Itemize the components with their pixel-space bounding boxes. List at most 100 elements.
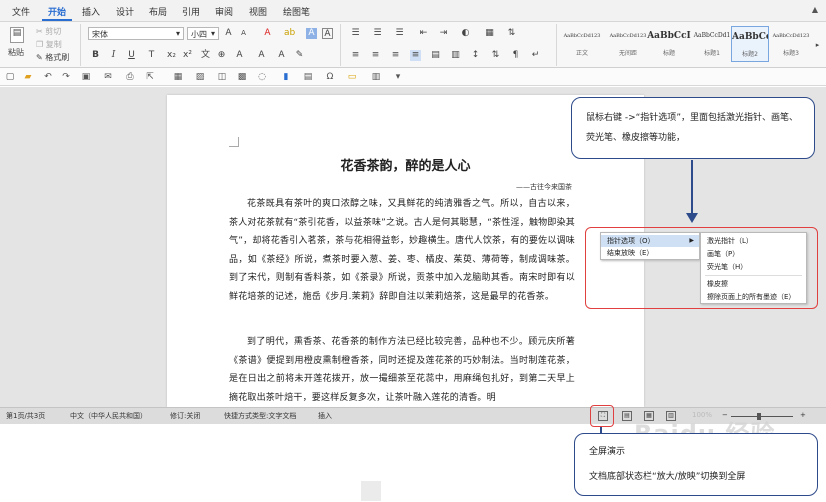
styles-more-icon[interactable]: ▸	[812, 40, 823, 51]
italic-button[interactable]: I	[108, 50, 119, 61]
columns-icon[interactable]: ▥	[370, 71, 382, 83]
tab-layout[interactable]: 布局	[143, 4, 173, 19]
menu-item-end-show[interactable]: 结束放映（E）	[601, 247, 699, 259]
chinese-layout-icon[interactable]: ⇅	[506, 28, 517, 39]
numbering-icon[interactable]: ☰	[372, 28, 383, 39]
show-marks-icon[interactable]: ¶	[510, 50, 521, 61]
format-painter-button[interactable]: ✎ 格式刷	[36, 52, 69, 63]
style-heading2[interactable]: AaBbCc 标题2	[731, 26, 769, 62]
char-shading-icon[interactable]: A	[306, 28, 317, 39]
menu-item-pointer-options[interactable]: 指针选项（O） ▶	[601, 235, 699, 247]
tab-view[interactable]: 视图	[243, 4, 273, 19]
tab-home[interactable]: 开始	[42, 4, 73, 21]
shapes-icon[interactable]: ◌	[256, 71, 268, 83]
subscript-icon[interactable]: x₂	[166, 50, 177, 61]
increase-indent-icon[interactable]: ⇥	[438, 28, 449, 39]
clear-format-icon[interactable]: ✎	[294, 50, 305, 61]
columns-icon[interactable]: ▥	[450, 50, 461, 61]
symbol-icon[interactable]: Ω	[324, 71, 336, 83]
shading-icon[interactable]: ◐	[460, 28, 471, 39]
grow-font-icon[interactable]: A	[223, 28, 234, 39]
smartart-icon[interactable]: ▩	[236, 71, 248, 83]
open-folder-icon[interactable]: ▰	[22, 71, 34, 83]
comment-icon[interactable]: ▭	[346, 71, 358, 83]
language-indicator[interactable]: 中文（中华人民共和国）	[70, 411, 147, 421]
paste-button[interactable]: 粘贴	[8, 47, 24, 58]
borders-icon[interactable]: ▦	[484, 28, 495, 39]
style-name: 无间距	[618, 50, 637, 57]
tab-review[interactable]: 审阅	[209, 4, 239, 19]
tab-file[interactable]: 文件	[6, 4, 36, 19]
shrink-font-icon[interactable]: A	[238, 28, 249, 39]
print-icon[interactable]: ⎙	[124, 71, 136, 83]
context-menu: 指针选项（O） ▶ 结束放映（E）	[600, 232, 700, 260]
select-icon[interactable]: ⇱	[144, 71, 156, 83]
align-center-icon[interactable]: ≡	[370, 50, 381, 61]
bold-button[interactable]: B	[90, 50, 101, 61]
phonetic-guide-icon[interactable]: 文	[200, 50, 211, 61]
justify-icon[interactable]: ≡	[410, 50, 421, 61]
multilevel-list-icon[interactable]: ☰	[394, 28, 405, 39]
highlight-icon[interactable]: ab	[284, 28, 295, 39]
undo-icon[interactable]: ↶	[42, 71, 54, 83]
tab-design[interactable]: 设计	[110, 4, 140, 19]
picture-icon[interactable]: ▨	[194, 71, 206, 83]
tab-references[interactable]: 引用	[176, 4, 206, 19]
strikethrough-icon[interactable]: T	[146, 50, 157, 61]
new-document-icon[interactable]: ▢	[4, 71, 16, 83]
callout-text: 鼠标右键 ->“指针选项”，里面包括激光指针、画笔、荧光笔、橡皮擦等功能，	[586, 113, 798, 143]
font-name-select[interactable]: 宋体 ▾	[88, 27, 184, 40]
decrease-indent-icon[interactable]: ⇤	[418, 28, 429, 39]
font-color-2-icon[interactable]: A	[256, 50, 267, 61]
menu-item-highlighter[interactable]: 荧光笔（H）	[701, 261, 806, 273]
style-no-spacing[interactable]: AaBbCcDd123 无间距	[606, 26, 650, 62]
chart-icon[interactable]: ▮	[280, 71, 292, 83]
save-icon[interactable]: ▣	[80, 71, 92, 83]
table-icon[interactable]: ▦	[172, 71, 184, 83]
annotation-callout-fullscreen: 全屏演示 文档底部状态栏“放大/放映”切换到全屏	[574, 433, 818, 496]
char-style-icon[interactable]: A	[276, 50, 287, 61]
sort-icon[interactable]: ⇅	[490, 50, 501, 61]
wrap-icon[interactable]: ↵	[530, 50, 541, 61]
line-spacing-icon[interactable]: ↕	[470, 50, 481, 61]
font-size-select[interactable]: 小四 ▾	[187, 27, 219, 40]
email-icon[interactable]: ✉	[102, 71, 114, 83]
style-title[interactable]: AaBbCcI 标题	[646, 26, 692, 62]
menu-item-laser-pointer[interactable]: 激光指针（L）	[701, 235, 806, 247]
enclose-char-icon[interactable]: ⊕	[216, 50, 227, 61]
font-color-icon[interactable]: A	[262, 28, 273, 39]
tab-drawing-pen[interactable]: 绘图笔	[277, 4, 316, 19]
tab-insert[interactable]: 插入	[76, 4, 106, 19]
copy-button[interactable]: ❐ 复制	[36, 39, 62, 50]
cut-label: 剪切	[45, 27, 62, 36]
customize-toolbar-icon[interactable]: ▾	[392, 71, 404, 83]
style-heading1[interactable]: AaBbCcDd1 标题1	[692, 26, 732, 62]
style-normal[interactable]: AaBbCcDd123 正文	[560, 26, 604, 62]
underline-button[interactable]: U	[126, 50, 137, 61]
style-preview: AaBbCc	[732, 32, 768, 42]
menu-item-eraser[interactable]: 橡皮擦	[701, 278, 806, 290]
redo-icon[interactable]: ↷	[60, 71, 72, 83]
align-left-icon[interactable]: ≡	[350, 50, 361, 61]
page-view-icon[interactable]: ▤	[622, 411, 632, 421]
collapse-ribbon-icon[interactable]: ▲	[812, 5, 818, 14]
text-effect-icon[interactable]: A	[234, 50, 245, 61]
quick-access-toolbar: ▢ ▰ ↶ ↷ ▣ ✉ ⎙ ⇱ ▦ ▨ ◫ ▩ ◌ ▮ ▤ Ω ▭ ▥ ▾	[0, 68, 826, 86]
align-right-icon[interactable]: ≡	[390, 50, 401, 61]
cut-button[interactable]: ✂ 剪切	[36, 26, 61, 37]
superscript-icon[interactable]: x²	[182, 50, 193, 61]
page-indicator[interactable]: 第1页/共3页	[6, 411, 45, 421]
screenshot-icon[interactable]: ◫	[216, 71, 228, 83]
revision-indicator[interactable]: 修订:关闭	[170, 411, 200, 421]
bullets-icon[interactable]: ☰	[350, 28, 361, 39]
menu-item-erase-all-ink[interactable]: 擦除页面上的所有墨迹（E）	[701, 291, 806, 303]
insert-mode-indicator[interactable]: 插入	[318, 411, 332, 421]
textbox-icon[interactable]: ▤	[302, 71, 314, 83]
char-border-icon[interactable]: A	[322, 28, 333, 39]
zoom-in-icon[interactable]: +	[800, 411, 806, 419]
paste-icon[interactable]: ▤	[10, 27, 24, 43]
group-divider	[80, 24, 81, 66]
menu-item-pen[interactable]: 画笔（P）	[701, 248, 806, 260]
distributed-icon[interactable]: ▤	[430, 50, 441, 61]
style-heading3[interactable]: AaBbCcDd123 标题3	[770, 26, 812, 62]
